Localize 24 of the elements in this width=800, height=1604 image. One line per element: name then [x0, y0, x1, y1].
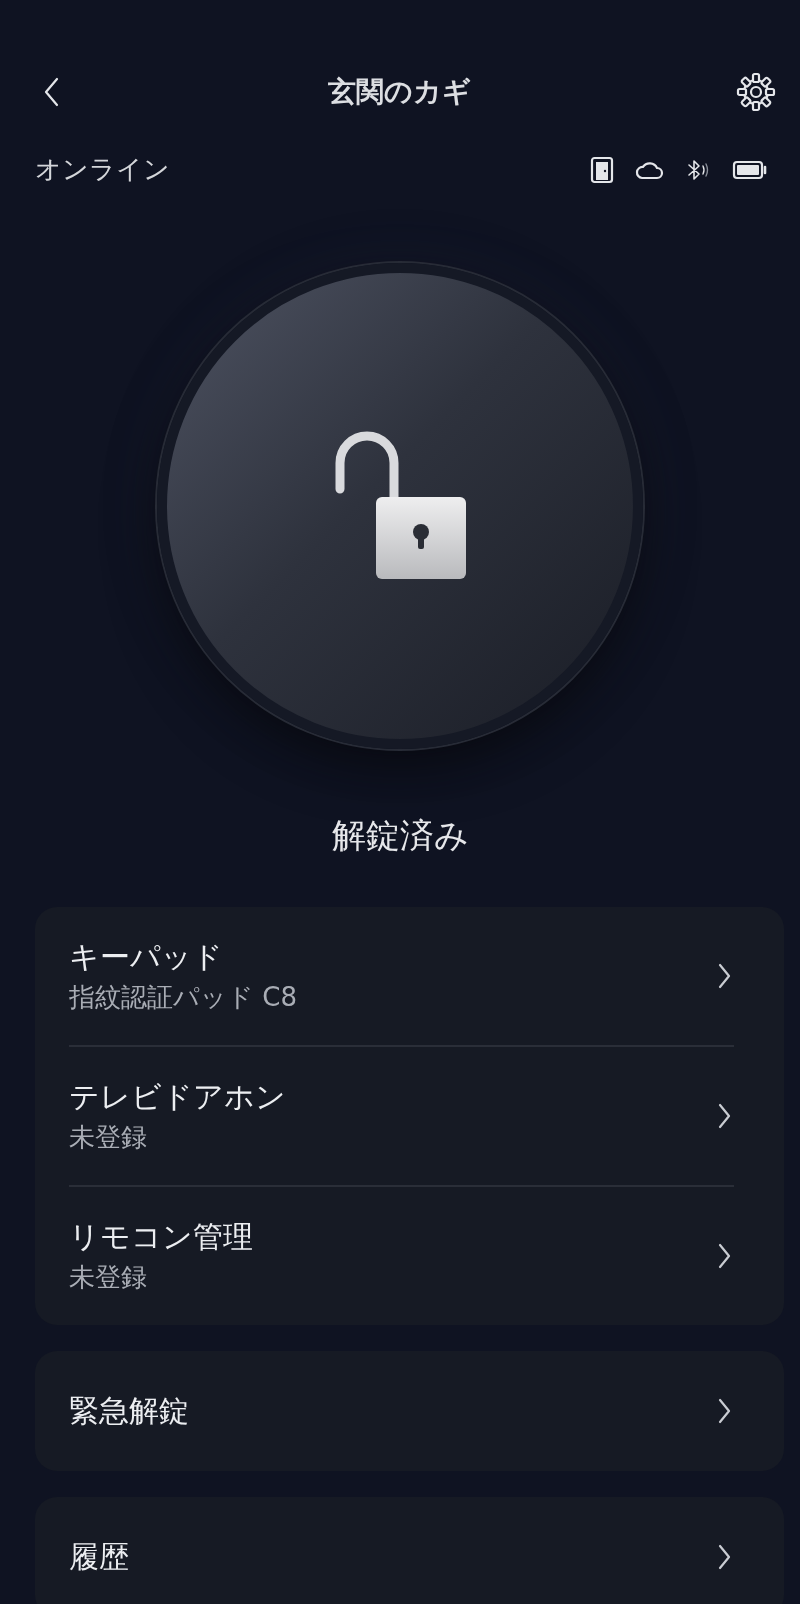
chevron-icon [716, 1102, 732, 1130]
item-subtitle: 指紋認証パッド C8 [69, 981, 297, 1014]
menu-item[interactable]: キーパッド 指紋認証パッド C8 [69, 907, 734, 1045]
chevron-icon [716, 1397, 732, 1425]
settings-icon[interactable] [736, 72, 776, 112]
item-subtitle: 未登録 [69, 1121, 148, 1154]
menu-item[interactable]: 緊急解錠 [69, 1351, 734, 1471]
lock-status: 解錠済み [330, 814, 470, 857]
menu-item[interactable]: テレビドアホン 未登録 [69, 1047, 734, 1185]
chevron-icon [716, 1543, 732, 1571]
door-icon [590, 155, 614, 184]
item-title: 履歴 [69, 1537, 129, 1576]
item-title: キーパッド [69, 938, 224, 976]
battery-icon [732, 158, 768, 181]
item-title: テレビドアホン [69, 1078, 286, 1116]
connection-status: オンライン [35, 153, 170, 186]
chevron-icon [716, 1242, 732, 1270]
screen-title: 玄関のカギ [327, 74, 471, 110]
menu-item[interactable]: リモコン管理 未登録 [69, 1187, 734, 1325]
menu-item[interactable]: 履歴 [69, 1497, 734, 1604]
item-title: 緊急解錠 [69, 1391, 189, 1430]
item-subtitle: 未登録 [69, 1261, 148, 1294]
chevron-icon [716, 962, 732, 990]
item-title: リモコン管理 [69, 1218, 253, 1256]
